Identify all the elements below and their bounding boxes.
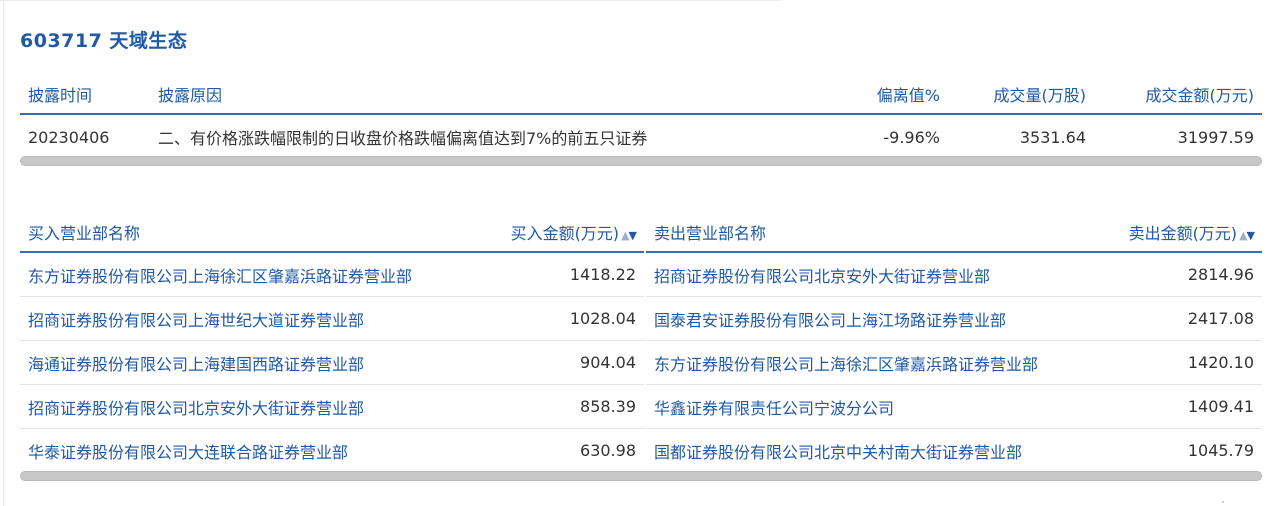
sell-amount: 1420.10	[1098, 340, 1262, 385]
buy-row: 招商证券股份有限公司上海世纪大道证券营业部 1028.04	[20, 296, 644, 341]
disclosure-header-row: 披露时间 披露原因 偏离值% 成交量(万股) 成交金额(万元)	[20, 74, 1262, 115]
buy-amount: 1028.04	[476, 296, 644, 341]
buy-row: 华泰证券股份有限公司大连联合路证券营业部 630.98	[20, 429, 644, 473]
sell-amount: 2814.96	[1098, 252, 1262, 297]
sell-dept-link[interactable]: 东方证券股份有限公司上海徐汇区肇嘉浜路证券营业部	[646, 340, 1098, 385]
volume-value: 3531.64	[1019, 127, 1086, 147]
buy-amount: 630.98	[580, 441, 636, 460]
buy-amount: 858.39	[476, 384, 644, 429]
sell-dept-link[interactable]: 国都证券股份有限公司北京中关村南大街证券营业部	[646, 429, 1098, 473]
disclosure-row: 20230406 二、有价格涨跌幅限制的日收盘价格跌幅偏离值达到7%的前五只证券…	[20, 114, 1262, 159]
sell-dept-link[interactable]: 招商证券股份有限公司北京安外大街证券营业部	[646, 252, 1098, 297]
frame-border	[3, 0, 4, 506]
buy-dept-link[interactable]: 华泰证券股份有限公司大连联合路证券营业部	[20, 429, 476, 473]
trade-horizontal-scrollbar[interactable]	[20, 471, 1262, 481]
sell-dept-header: 卖出营业部名称	[646, 212, 1098, 253]
disclosure-date: 20230406	[28, 127, 110, 147]
sell-amount: 1409.41	[1098, 384, 1262, 429]
sell-row: 华鑫证券有限责任公司宁波分公司 1409.41	[646, 384, 1262, 429]
buy-dept-link[interactable]: 招商证券股份有限公司上海世纪大道证券营业部	[20, 296, 476, 341]
header-deviation: 偏离值%	[710, 74, 948, 115]
buy-row: 海通证券股份有限公司上海建国西路证券营业部 904.04	[20, 340, 644, 385]
buy-dept-header: 买入营业部名称	[20, 212, 476, 253]
sell-amount-header-label: 卖出金额(万元)	[1128, 223, 1238, 243]
sell-row: 国泰君安证券股份有限公司上海江场路证券营业部 2417.08	[646, 296, 1262, 341]
sell-row: 招商证券股份有限公司北京安外大街证券营业部 2814.96	[646, 252, 1262, 297]
sell-table: 卖出营业部名称 卖出金额(万元) ▲▼ 招商证券股份有限公司北京安外大街证券营业部…	[646, 212, 1262, 472]
buy-amount: 1418.22	[476, 252, 644, 297]
buy-amount-header[interactable]: 买入金额(万元) ▲▼	[476, 212, 644, 253]
buy-amount-header-label: 买入金额(万元)	[510, 223, 620, 243]
divider-dot	[1222, 501, 1224, 503]
sell-header-row: 卖出营业部名称 卖出金额(万元) ▲▼	[646, 212, 1262, 253]
disclosure-horizontal-scrollbar[interactable]	[20, 156, 1262, 166]
frame-top-border	[0, 0, 780, 1]
sell-amount-header[interactable]: 卖出金额(万元) ▲▼	[1098, 212, 1262, 253]
sell-row: 国都证券股份有限公司北京中关村南大街证券营业部 1045.79	[646, 429, 1262, 473]
sell-amount: 2417.08	[1098, 296, 1262, 341]
amount-value: 31997.59	[1177, 127, 1254, 147]
buy-amount: 904.04	[476, 340, 644, 385]
header-volume: 成交量(万股)	[948, 74, 1094, 115]
buy-dept-link[interactable]: 东方证券股份有限公司上海徐汇区肇嘉浜路证券营业部	[20, 252, 476, 297]
header-disclosure-reason: 披露原因	[150, 74, 710, 115]
sort-up-down-icon[interactable]: ▲▼	[621, 229, 637, 242]
buy-header-row: 买入营业部名称 买入金额(万元) ▲▼	[20, 212, 644, 253]
buy-row: 招商证券股份有限公司北京安外大街证券营业部 858.39	[20, 384, 644, 429]
header-amount: 成交金额(万元)	[1094, 74, 1262, 115]
header-disclosure-date: 披露时间	[20, 74, 150, 115]
sort-up-down-icon[interactable]: ▲▼	[1239, 229, 1255, 242]
deviation-value: -9.96%	[883, 127, 940, 147]
sell-dept-link[interactable]: 国泰君安证券股份有限公司上海江场路证券营业部	[646, 296, 1098, 341]
buy-table: 买入营业部名称 买入金额(万元) ▲▼ 东方证券股份有限公司上海徐汇区肇嘉浜路证券…	[20, 212, 644, 472]
buy-dept-link[interactable]: 海通证券股份有限公司上海建国西路证券营业部	[20, 340, 476, 385]
disclosure-reason: 二、有价格涨跌幅限制的日收盘价格跌幅偏离值达到7%的前五只证券	[158, 129, 648, 148]
stock-title: 603717 天域生态	[20, 30, 188, 52]
buy-row: 东方证券股份有限公司上海徐汇区肇嘉浜路证券营业部 1418.22	[20, 252, 644, 297]
buy-dept-link[interactable]: 招商证券股份有限公司北京安外大街证券营业部	[20, 384, 476, 429]
sell-dept-link[interactable]: 华鑫证券有限责任公司宁波分公司	[646, 384, 1098, 429]
disclosure-table: 披露时间 披露原因 偏离值% 成交量(万股) 成交金额(万元) 20230406…	[20, 74, 1262, 159]
sell-amount: 1045.79	[1187, 441, 1254, 460]
sell-row: 东方证券股份有限公司上海徐汇区肇嘉浜路证券营业部 1420.10	[646, 340, 1262, 385]
